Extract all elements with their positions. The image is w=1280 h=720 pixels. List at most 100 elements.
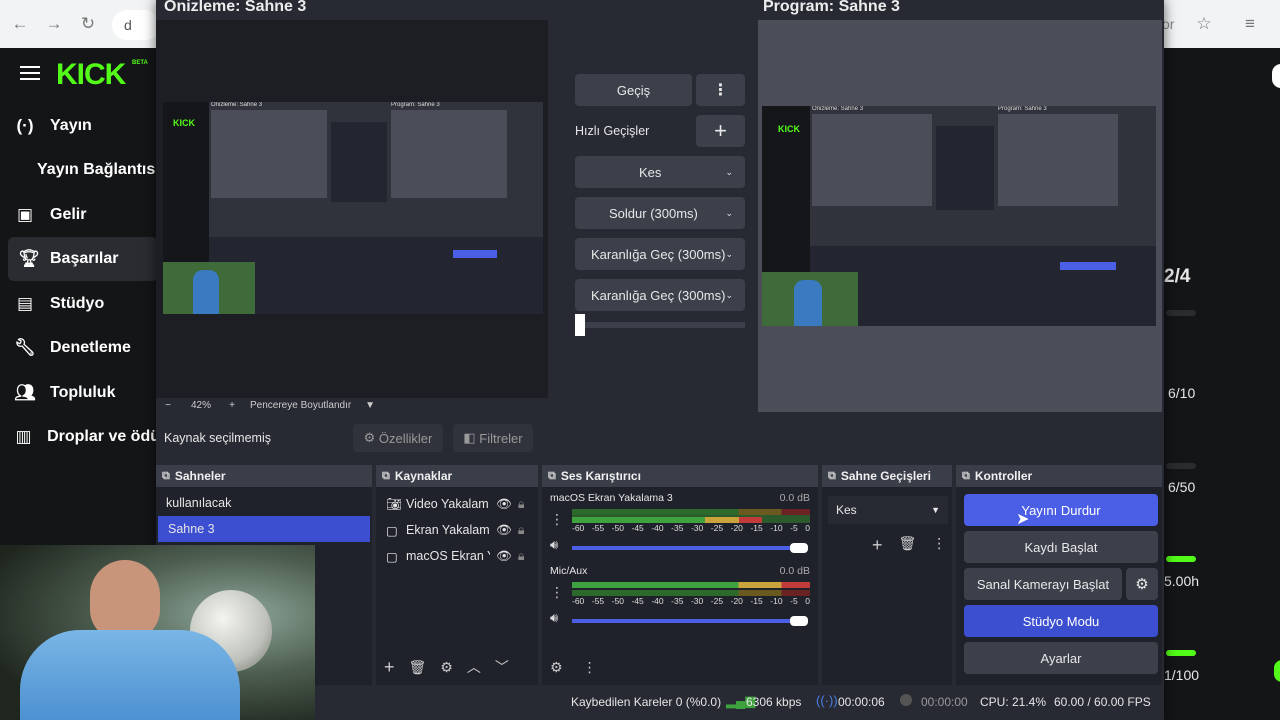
- broadcast-icon: (·): [16, 116, 34, 135]
- quick-transition-fade[interactable]: Soldur (300ms) ⌄: [575, 197, 745, 229]
- source-label: macOS Ekran Y: [406, 549, 490, 563]
- address-bar[interactable]: d: [112, 10, 160, 40]
- stat-d: 1/100: [1164, 667, 1200, 683]
- properties-button[interactable]: ⚙ Özellikler: [353, 424, 443, 452]
- transition-select-value: Kes: [836, 503, 857, 517]
- nav-item-basarilar[interactable]: 🏆︎ Başarılar: [8, 237, 158, 281]
- avatar[interactable]: [1272, 64, 1280, 88]
- nav-item-topluluk[interactable]: 👥︎ Topluluk: [0, 371, 160, 415]
- trash-icon[interactable]: 🗑︎: [899, 535, 917, 556]
- lock-icon[interactable]: 🔒︎: [518, 497, 525, 512]
- eye-icon[interactable]: 👁︎: [496, 523, 512, 538]
- bookmark-star-icon[interactable]: ☆: [1192, 12, 1216, 36]
- quick-transition-fade-to-black[interactable]: Karanlığa Geç (300ms) ⌄: [575, 238, 745, 270]
- scene-item[interactable]: kullanılacak: [156, 490, 372, 516]
- chevron-down-icon[interactable]: ﹀: [495, 657, 509, 677]
- meter-ticks: -60 -55 -50 -45 -40 -35 -30 -25 -20 -15 -10 -5 0: [572, 523, 810, 533]
- reload-icon[interactable]: ↻: [76, 12, 100, 36]
- forward-icon[interactable]: →: [42, 12, 66, 36]
- drops-icon: ▥: [15, 427, 32, 446]
- add-icon[interactable]: +: [384, 657, 395, 678]
- eye-icon[interactable]: 👁︎: [496, 549, 512, 564]
- more-icon[interactable]: ⋮: [932, 535, 946, 556]
- virtual-camera-settings-icon[interactable]: ⚙: [1126, 568, 1158, 600]
- source-item[interactable]: ▢ macOS Ekran Y 👁︎ 🔒︎: [376, 543, 538, 569]
- lock-icon[interactable]: 🔒︎: [518, 549, 525, 564]
- volume-slider-handle[interactable]: [790, 543, 808, 553]
- settings-button[interactable]: Ayarlar: [964, 642, 1158, 674]
- volume-slider[interactable]: [572, 619, 792, 623]
- audio-mixer-dock: ⧉ Ses Karıştırıcı macOS Ekran Yakalama 3 …: [542, 465, 818, 685]
- mixer-toolbar: ⚙ ⋮: [542, 653, 818, 681]
- dock-icon: ⧉: [828, 469, 836, 482]
- transition-button[interactable]: Geçiş: [575, 74, 692, 106]
- source-item[interactable]: 📷︎ Video Yakalam 👁︎ 🔒︎: [376, 491, 538, 517]
- nav-item-studyo[interactable]: ▤ Stüdyo: [0, 282, 160, 326]
- transition-select[interactable]: Kes ▼: [828, 496, 948, 524]
- preview-canvas[interactable]: KICK Önizleme: Sahne 3 Program: Sahne 3: [156, 20, 548, 398]
- mixer-menu-icon[interactable]: ⋮: [550, 584, 564, 601]
- hamburger-menu-icon[interactable]: [20, 66, 40, 80]
- transition-menu-icon[interactable]: ⋮: [696, 74, 745, 106]
- add-icon[interactable]: +: [872, 535, 883, 556]
- volume-slider-handle[interactable]: [790, 616, 808, 626]
- dock-icon: ⧉: [382, 469, 390, 482]
- mini-kick-logo: KICK: [778, 124, 800, 134]
- transitions-dock-header: ⧉ Sahne Geçişleri: [822, 465, 952, 487]
- stop-stream-button[interactable]: Yayını Durdur: [964, 494, 1158, 526]
- back-icon[interactable]: ←: [8, 12, 32, 36]
- trash-icon[interactable]: 🗑︎: [409, 659, 427, 676]
- fps: 60.00 / 60.00 FPS: [1054, 695, 1151, 709]
- chat-bubble-icon[interactable]: [1274, 660, 1280, 682]
- transition-slider[interactable]: [575, 322, 745, 328]
- more-icon[interactable]: ⋮: [583, 659, 597, 676]
- fit-to-window-label[interactable]: Pencereye Boyutlandır: [250, 400, 351, 411]
- zoom-value: 42%: [190, 399, 211, 411]
- nav-item-droplar[interactable]: ▥ Droplar ve ödü: [0, 415, 160, 459]
- source-label: Ekran Yakalam: [406, 523, 490, 537]
- filters-button[interactable]: ◧ Filtreler: [453, 424, 533, 452]
- quick-transition-fade-to-black-2[interactable]: Karanlığa Geç (300ms) ⌄: [575, 279, 745, 311]
- quick-transition-cut[interactable]: Kes ⌄: [575, 156, 745, 188]
- mixer-menu-icon[interactable]: ⋮: [550, 511, 564, 528]
- volume-slider[interactable]: [572, 546, 792, 550]
- eye-icon[interactable]: 👁︎: [496, 497, 512, 512]
- kick-logo[interactable]: KICK: [56, 58, 126, 92]
- camera-icon: 📷︎: [386, 496, 402, 511]
- chevron-up-icon[interactable]: ︿: [467, 657, 481, 677]
- record-time: 00:00:00: [921, 695, 968, 709]
- quick-transition-label: Karanlığa Geç (300ms): [591, 246, 726, 262]
- nav-item-denetleme[interactable]: 🔧︎ Denetleme: [0, 326, 160, 370]
- zoom-out-button[interactable]: −: [156, 400, 180, 411]
- start-recording-button[interactable]: Kaydı Başlat: [964, 531, 1158, 563]
- volume-meter: [572, 582, 810, 596]
- progress-track: [1166, 310, 1196, 316]
- tab-list-icon[interactable]: ≡: [1238, 12, 1262, 36]
- add-quick-transition-icon[interactable]: +: [696, 115, 745, 147]
- lock-icon[interactable]: 🔒︎: [518, 523, 525, 538]
- gear-icon[interactable]: ⚙: [440, 659, 453, 676]
- speaker-icon[interactable]: 🔊︎: [550, 610, 558, 626]
- source-label: Video Yakalam: [406, 497, 489, 511]
- program-title: Program: Sahne 3: [763, 0, 900, 15]
- scene-transitions-dock: ⧉ Sahne Geçişleri Kes ▼ + 🗑︎ ⋮: [822, 465, 952, 685]
- stat-c: 5.00h: [1164, 573, 1200, 589]
- source-item[interactable]: ▢ Ekran Yakalam 👁︎ 🔒︎: [376, 517, 538, 543]
- nav-item-yayin-baglantisi[interactable]: Yayın Bağlantısı: [0, 148, 160, 192]
- studio-mode-button[interactable]: Stüdyo Modu: [964, 605, 1158, 637]
- stat-b: 6/50: [1168, 479, 1196, 495]
- chevron-down-icon[interactable]: ▼: [365, 400, 375, 411]
- nav-item-gelir[interactable]: ▣ Gelir: [0, 193, 160, 237]
- webcam-overlay: [0, 545, 315, 720]
- wallet-icon: ▣: [16, 205, 34, 224]
- start-virtual-camera-button[interactable]: Sanal Kamerayı Başlat: [964, 568, 1122, 600]
- zoom-in-button[interactable]: +: [222, 400, 242, 411]
- transition-slider-handle[interactable]: [575, 314, 585, 336]
- chevron-down-icon: ▼: [931, 505, 940, 515]
- nav-item-yayin[interactable]: (·) Yayın: [0, 104, 160, 148]
- scenes-title: Sahneler: [174, 469, 226, 483]
- gear-icon[interactable]: ⚙: [550, 659, 563, 676]
- speaker-icon[interactable]: 🔊︎: [550, 537, 558, 553]
- scene-item-selected[interactable]: Sahne 3: [158, 516, 370, 542]
- broadcast-icon: ((·)): [816, 693, 838, 708]
